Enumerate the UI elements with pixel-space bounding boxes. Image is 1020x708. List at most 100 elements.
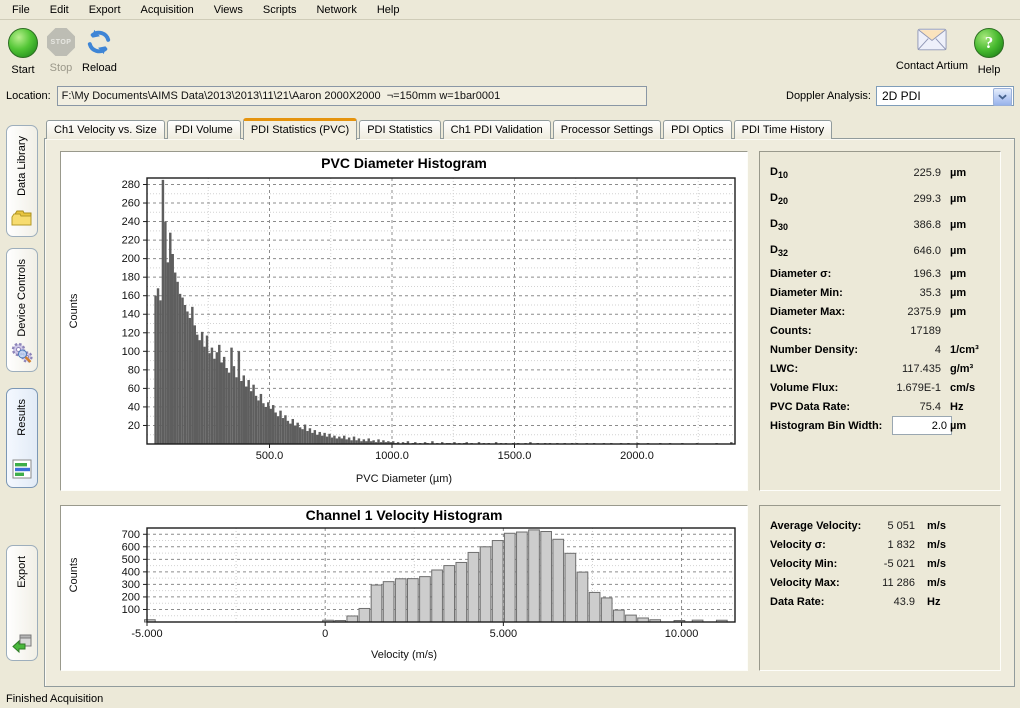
histogram-bar — [181, 298, 183, 444]
toolbar: Start STOP Stop Reload Contact Artium ? … — [0, 20, 1020, 82]
histogram-bar — [284, 415, 286, 444]
histogram-bar — [299, 427, 301, 444]
stat-label: Velocity Min: — [760, 558, 837, 570]
stat-value: 35.3 — [920, 287, 941, 299]
tab-ch1-velocity-vs-size[interactable]: Ch1 Velocity vs. Size — [46, 120, 165, 139]
histogram-bar — [270, 409, 272, 444]
menu-item-help[interactable]: Help — [367, 1, 410, 19]
menu-item-acquisition[interactable]: Acquisition — [131, 1, 204, 19]
tab-pdi-volume[interactable]: PDI Volume — [167, 120, 241, 139]
histogram-bar — [311, 433, 313, 444]
stat-value: 11 286 — [882, 577, 915, 589]
histogram-bar — [262, 403, 264, 444]
start-button[interactable]: Start — [8, 28, 38, 76]
histogram-bar — [221, 362, 223, 444]
stop-button[interactable]: STOP Stop — [47, 28, 75, 74]
histogram-bar — [250, 391, 252, 444]
sidebar-item-export[interactable]: Export — [6, 545, 38, 661]
histogram-bar — [296, 423, 298, 444]
stat-row: Diameter Min:35.3µm — [760, 283, 1000, 302]
stat-value: 4 — [935, 344, 941, 356]
contact-artium-button[interactable]: Contact Artium — [893, 28, 971, 72]
menu-item-network[interactable]: Network — [306, 1, 366, 19]
sidebar-item-device-controls[interactable]: Device Controls — [6, 248, 38, 372]
histogram-bar — [260, 394, 262, 444]
stat-row: Velocity σ:1 832m/s — [760, 535, 1000, 554]
reload-button[interactable]: Reload — [82, 28, 117, 74]
histogram-bin-width-input[interactable] — [892, 416, 952, 435]
y-tick-label: 200 — [122, 591, 140, 603]
y-tick-label: 300 — [122, 579, 140, 591]
menu-item-edit[interactable]: Edit — [40, 1, 79, 19]
menu-item-views[interactable]: Views — [204, 1, 253, 19]
y-axis-label: Counts — [68, 557, 80, 592]
histogram-bar — [294, 425, 296, 444]
sidebar-item-results[interactable]: Results — [6, 388, 38, 488]
stat-value: -5 021 — [884, 558, 915, 570]
menu-item-export[interactable]: Export — [79, 1, 131, 19]
help-button[interactable]: ? Help — [974, 28, 1004, 76]
histogram-bar — [353, 437, 355, 444]
tab-ch1-pdi-validation[interactable]: Ch1 PDI Validation — [443, 120, 551, 139]
menu-item-scripts[interactable]: Scripts — [253, 1, 307, 19]
stat-row: Counts:17189 — [760, 321, 1000, 340]
histogram-bar — [255, 396, 257, 444]
histogram-bar — [179, 294, 181, 444]
tab-processor-settings[interactable]: Processor Settings — [553, 120, 661, 139]
stat-value: 386.8 — [913, 219, 941, 231]
stat-unit: cm/s — [950, 382, 975, 394]
histogram-bar — [159, 300, 161, 444]
stat-unit: Hz — [950, 401, 963, 413]
histogram-bar — [274, 412, 276, 444]
histogram-bar — [247, 380, 249, 444]
stat-unit: m/s — [927, 577, 946, 589]
stat-row: Average Velocity:5 051m/s — [760, 516, 1000, 535]
histogram-bar — [194, 325, 196, 444]
stat-unit: µm — [950, 287, 966, 299]
x-tick-label: 1500.0 — [498, 450, 532, 462]
sidebar-item-data-library[interactable]: Data Library — [6, 125, 38, 237]
stat-label: Diameter Max: — [760, 306, 845, 318]
histogram-bar — [420, 577, 431, 622]
tab-pdi-statistics[interactable]: PDI Statistics — [359, 120, 440, 139]
doppler-analysis-select[interactable]: 2D PDI — [876, 86, 1014, 106]
status-text: Finished Acquisition — [6, 693, 103, 705]
tab-pdi-time-history[interactable]: PDI Time History — [734, 120, 833, 139]
histogram-bar — [529, 530, 540, 622]
diameter-statistics-panel: D10225.9µmD20299.3µmD30386.8µmD32646.0µm… — [759, 151, 1001, 491]
histogram-bar — [289, 424, 291, 444]
histogram-bar — [282, 418, 284, 444]
stat-label: D20 — [760, 192, 788, 206]
tab-pdi-optics[interactable]: PDI Optics — [663, 120, 732, 139]
histogram-bar — [279, 411, 281, 444]
histogram-bar — [272, 405, 274, 444]
location-input[interactable] — [57, 86, 647, 106]
histogram-bar — [287, 421, 289, 444]
histogram-bar — [228, 373, 230, 444]
stop-icon-text: STOP — [51, 39, 72, 46]
tab-pdi-statistics-pvc-[interactable]: PDI Statistics (PVC) — [243, 118, 357, 140]
x-axis-label: PVC Diameter (µm) — [356, 473, 452, 485]
y-tick-label: 60 — [128, 383, 140, 395]
stat-label: Counts: — [760, 325, 812, 337]
histogram-bar — [553, 539, 564, 622]
chevron-down-icon[interactable] — [993, 88, 1012, 106]
histogram-bar — [196, 335, 198, 444]
histogram-bar — [189, 318, 191, 444]
contact-artium-label: Contact Artium — [896, 60, 968, 72]
histogram-bar — [565, 553, 576, 622]
histogram-bar — [331, 438, 333, 444]
tab-page-pdi-statistics-pvc: 2040608010012014016018020022024026028050… — [44, 138, 1015, 687]
y-tick-label: 160 — [122, 290, 140, 302]
histogram-bar — [174, 273, 176, 444]
menu-item-file[interactable]: File — [2, 1, 40, 19]
y-tick-label: 40 — [128, 401, 140, 413]
results-icon — [10, 457, 34, 481]
stat-label: Volume Flux: — [760, 382, 838, 394]
histogram-bar — [444, 566, 455, 622]
stat-label: Number Density: — [760, 344, 858, 356]
histogram-bar — [225, 368, 227, 444]
stat-value: 117.435 — [902, 363, 941, 375]
histogram-bar — [321, 436, 323, 444]
stat-row: D32646.0µm — [760, 238, 1000, 264]
